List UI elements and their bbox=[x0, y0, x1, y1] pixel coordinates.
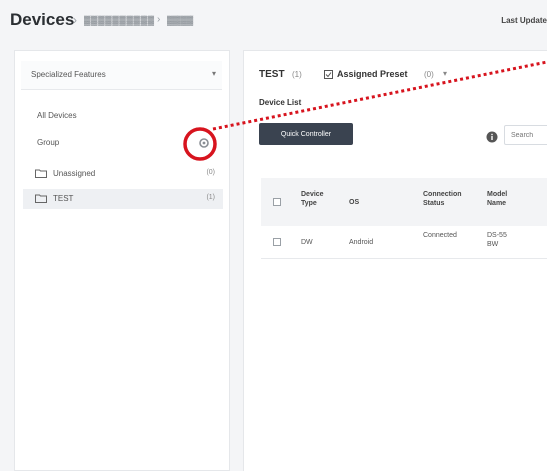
annotation-overlay bbox=[183, 60, 547, 161]
annotation-dotted-line bbox=[212, 60, 547, 131]
annotation-circle bbox=[183, 127, 217, 161]
